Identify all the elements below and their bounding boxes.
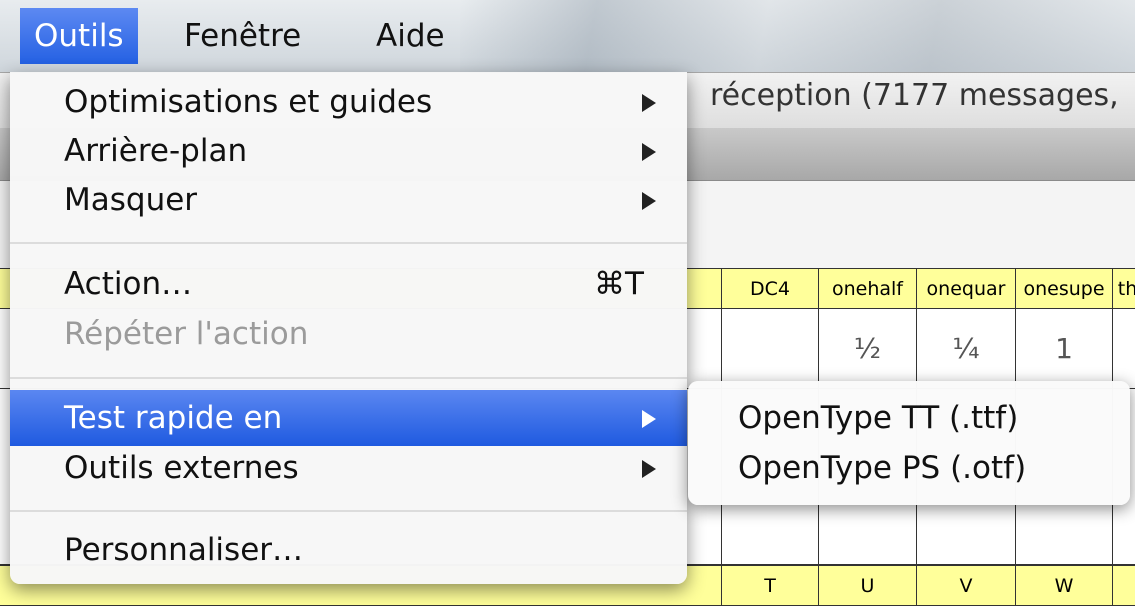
- menu-item-optimisations[interactable]: Optimisations et guides: [10, 74, 687, 130]
- submenu-item-opentype-ps[interactable]: OpenType PS (.otf): [688, 443, 1130, 493]
- glyph-header-cell[interactable]: U: [819, 566, 917, 606]
- menu-fenetre[interactable]: Fenêtre: [170, 8, 315, 64]
- glyph-cell[interactable]: ½: [819, 309, 917, 389]
- menu-separator: [10, 242, 687, 244]
- menu-item-label: Test rapide en: [64, 400, 283, 436]
- glyph-cell[interactable]: [722, 309, 819, 389]
- submenu-item-opentype-tt[interactable]: OpenType TT (.ttf): [688, 393, 1130, 443]
- menu-aide[interactable]: Aide: [362, 8, 459, 64]
- menu-separator: [10, 377, 687, 379]
- submenu-arrow-icon: [642, 94, 656, 112]
- menu-item-shortcut: ⌘T: [594, 266, 644, 302]
- submenu-item-label: OpenType PS (.otf): [738, 450, 1027, 486]
- menu-bar: Outils Fenêtre Aide: [0, 0, 1135, 73]
- menu-separator: [10, 510, 687, 512]
- menu-item-label: Action…: [64, 266, 193, 302]
- background-window-title: réception (7177 messages,: [710, 78, 1119, 113]
- glyph-header-cell[interactable]: V: [917, 566, 1016, 606]
- menu-item-label: Personnaliser…: [64, 532, 304, 568]
- menu-item-masquer[interactable]: Masquer: [10, 172, 687, 228]
- menu-item-personnaliser[interactable]: Personnaliser…: [10, 522, 687, 578]
- glyph-cell[interactable]: [1113, 309, 1135, 389]
- glyph-header-cell[interactable]: [1113, 566, 1135, 606]
- test-rapide-submenu: OpenType TT (.ttf) OpenType PS (.otf): [688, 381, 1130, 505]
- menu-item-arriere-plan[interactable]: Arrière-plan: [10, 123, 687, 179]
- glyph-header-cell[interactable]: th: [1113, 269, 1135, 309]
- menu-item-test-rapide[interactable]: Test rapide en: [10, 390, 687, 446]
- glyph-header-cell[interactable]: W: [1016, 566, 1113, 606]
- menu-item-label: Optimisations et guides: [64, 84, 433, 120]
- submenu-arrow-icon: [642, 460, 656, 478]
- menu-item-label: Masquer: [64, 182, 198, 218]
- glyph-header-cell[interactable]: T: [722, 566, 819, 606]
- menu-item-label: Arrière-plan: [64, 133, 248, 169]
- outils-dropdown-menu: Optimisations et guides Arrière-plan Mas…: [10, 72, 687, 584]
- glyph-cell[interactable]: 1: [1016, 309, 1113, 389]
- menu-item-repeter-action: Répéter l'action: [10, 306, 687, 362]
- glyph-header-cell[interactable]: onehalf: [819, 269, 917, 309]
- desktop-background-image: [460, 0, 1135, 72]
- glyph-header-cell[interactable]: onequar: [917, 269, 1016, 309]
- submenu-item-label: OpenType TT (.ttf): [738, 400, 1019, 436]
- menu-item-action[interactable]: Action… ⌘T: [10, 256, 687, 312]
- submenu-arrow-icon: [642, 143, 656, 161]
- menu-item-outils-externes[interactable]: Outils externes: [10, 440, 687, 496]
- menu-item-label: Répéter l'action: [64, 316, 309, 352]
- glyph-cell[interactable]: ¼: [917, 309, 1016, 389]
- submenu-arrow-icon: [642, 410, 656, 428]
- menu-outils[interactable]: Outils: [20, 8, 138, 64]
- glyph-header-cell[interactable]: onesupe: [1016, 269, 1113, 309]
- menu-item-label: Outils externes: [64, 450, 299, 486]
- glyph-header-cell[interactable]: DC4: [722, 269, 819, 309]
- submenu-arrow-icon: [642, 192, 656, 210]
